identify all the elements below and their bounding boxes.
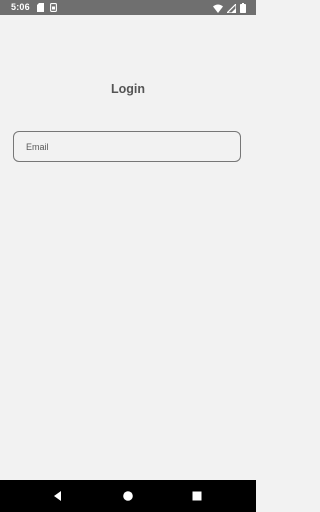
back-icon[interactable]	[51, 489, 65, 503]
navigation-bar	[0, 480, 256, 512]
status-time: 5:06	[11, 2, 30, 12]
sim-icon	[50, 3, 57, 12]
email-field[interactable]	[13, 131, 241, 162]
email-input[interactable]	[14, 132, 240, 161]
recents-icon[interactable]	[190, 489, 204, 503]
sd-card-icon	[37, 3, 44, 12]
home-icon[interactable]	[121, 489, 135, 503]
login-screen: 5:06 Login Email	[0, 0, 256, 512]
battery-icon	[240, 3, 246, 13]
page-title: Login	[110, 82, 145, 96]
status-left-icons	[37, 3, 57, 12]
status-bar: 5:06	[0, 0, 256, 15]
wifi-icon	[213, 4, 223, 13]
status-right-icons	[213, 3, 246, 13]
signal-icon	[227, 3, 236, 13]
